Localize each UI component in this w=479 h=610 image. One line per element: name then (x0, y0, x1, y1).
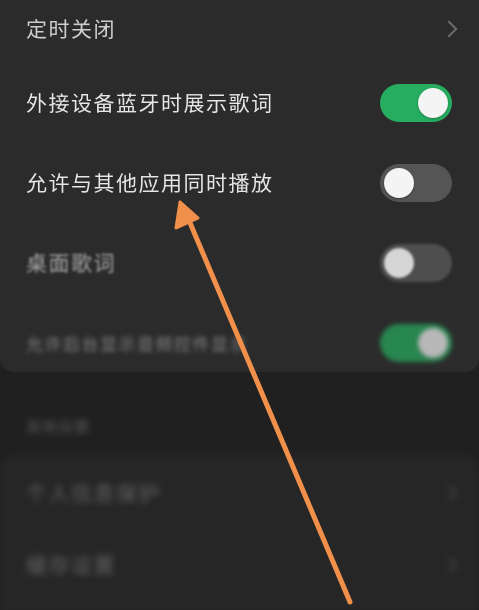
allow-background-row: 允许后台显示音频控件显示 (0, 313, 479, 373)
toggle-knob (384, 248, 414, 278)
desktop-lyrics-label: 桌面歌词 (26, 252, 116, 276)
desktop-lyrics-row: 桌面歌词 (0, 233, 479, 293)
section-title: 其他设置 (26, 418, 91, 436)
bluetooth-lyrics-label: 外接设备蓝牙时展示歌词 (26, 92, 274, 116)
chevron-right-icon (440, 20, 458, 38)
list-item[interactable]: 个人信息保护 (0, 463, 479, 523)
timer-close-row[interactable]: 定时关闭 (0, 0, 479, 60)
allow-background-label: 允许后台显示音频控件显示 (26, 335, 248, 356)
playback-settings-card: 定时关闭 外接设备蓝牙时展示歌词 允许与其他应用同时播放 桌面歌词 允许后台显示… (0, 0, 479, 372)
bluetooth-lyrics-row: 外接设备蓝牙时展示歌词 (0, 73, 479, 133)
desktop-lyrics-toggle[interactable] (380, 244, 452, 282)
settings-screen: 定时关闭 外接设备蓝牙时展示歌词 允许与其他应用同时播放 桌面歌词 允许后台显示… (0, 0, 479, 610)
toggle-knob (384, 168, 414, 198)
simultaneous-play-row: 允许与其他应用同时播放 (0, 153, 479, 213)
toggle-knob (418, 328, 448, 358)
toggle-knob (418, 88, 448, 118)
list-item-label: 个人信息保护 (26, 482, 161, 506)
simultaneous-play-label: 允许与其他应用同时播放 (26, 172, 274, 196)
list-item-label: 缓存设置 (26, 554, 116, 578)
allow-background-toggle[interactable] (380, 324, 452, 362)
list-item[interactable]: 缓存设置 (0, 535, 479, 595)
chevron-right-icon (440, 484, 458, 502)
simultaneous-play-toggle[interactable] (380, 164, 452, 202)
timer-close-label: 定时关闭 (26, 18, 116, 42)
other-settings-card: 个人信息保护 缓存设置 (0, 455, 479, 610)
bluetooth-lyrics-toggle[interactable] (380, 84, 452, 122)
chevron-right-icon (440, 556, 458, 574)
